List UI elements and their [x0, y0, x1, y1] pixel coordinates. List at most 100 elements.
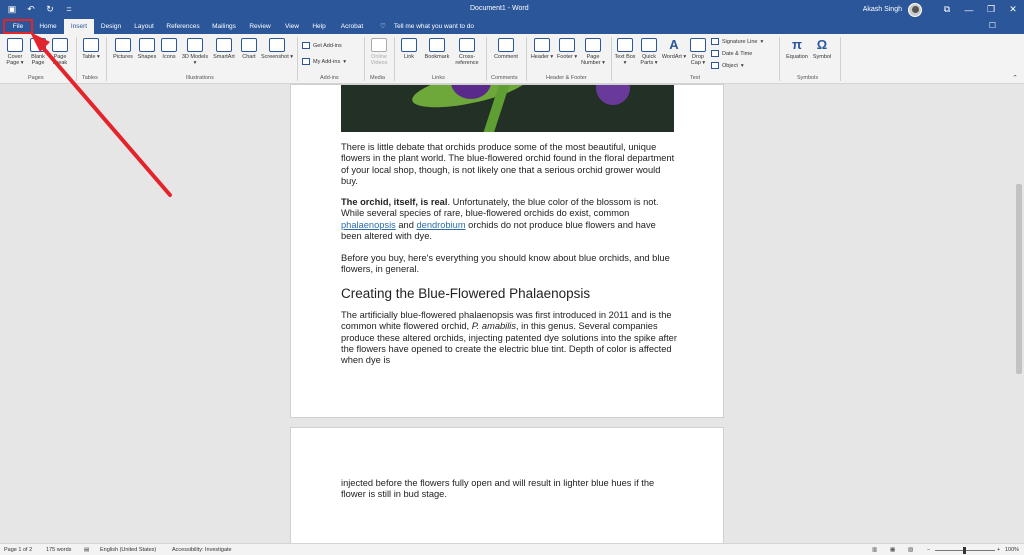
table-button[interactable]: Table ▾	[79, 38, 103, 60]
word-count[interactable]: 175 words	[46, 547, 71, 553]
zoom-in-icon[interactable]: +	[997, 547, 1000, 553]
chevron-down-icon: ▾	[343, 58, 346, 65]
zoom-out-icon[interactable]: −	[927, 547, 930, 553]
tab-file[interactable]: File	[3, 19, 33, 34]
wordart-button[interactable]: A WordArt ▾	[661, 38, 687, 61]
save-icon[interactable]: ▣	[6, 3, 18, 15]
customize-quick-access-icon[interactable]: =	[63, 3, 75, 15]
section-heading[interactable]: Creating the Blue-Flowered Phalaenopsis	[341, 286, 590, 301]
status-bar: Page 1 of 2 175 words ▤ English (United …	[0, 543, 1024, 555]
paragraph-real[interactable]: The orchid, itself, is real. Unfortunate…	[341, 197, 677, 242]
separator	[106, 37, 107, 81]
text-run: and	[395, 219, 417, 230]
drop-cap-label: Drop Cap ▾	[690, 54, 706, 66]
icons-button[interactable]: Icons	[158, 38, 180, 60]
tab-design[interactable]: Design	[96, 19, 126, 34]
web-layout-icon[interactable]: ▧	[908, 547, 913, 553]
table-label: Table ▾	[82, 54, 100, 60]
paragraph-continued[interactable]: injected before the flowers fully open a…	[341, 478, 677, 501]
page-break-button[interactable]: Page Break	[49, 38, 71, 66]
minimize-icon[interactable]: —	[958, 0, 980, 19]
header-button[interactable]: Header ▾	[529, 38, 555, 60]
paragraph-intro[interactable]: There is little debate that orchids prod…	[341, 142, 677, 187]
document-page-1[interactable]: There is little debate that orchids prod…	[290, 84, 724, 418]
cover-page-button[interactable]: Cover Page ▾	[3, 38, 27, 66]
tab-references[interactable]: References	[163, 19, 203, 34]
symbol-button[interactable]: Ω Symbol	[810, 38, 834, 61]
separator	[297, 37, 298, 81]
shapes-icon	[139, 38, 155, 52]
tab-layout[interactable]: Layout	[128, 19, 160, 34]
get-addins-button[interactable]: Get Add-ins	[302, 42, 342, 49]
collapse-ribbon-icon[interactable]: ⌃	[1012, 74, 1018, 82]
page-count[interactable]: Page 1 of 2	[4, 547, 32, 553]
ribbon-display-options-icon[interactable]: ⧉	[936, 0, 958, 19]
footer-label: Footer ▾	[556, 54, 578, 60]
redo-icon[interactable]: ↻	[44, 3, 56, 15]
my-addins-button[interactable]: My Add-ins ▾	[302, 58, 346, 65]
blank-page-button[interactable]: Blank Page	[27, 38, 49, 66]
close-icon[interactable]: ✕	[1002, 0, 1024, 19]
document-page-2[interactable]: injected before the flowers fully open a…	[290, 427, 724, 543]
date-time-button[interactable]: Date & Time	[711, 50, 752, 57]
drop-cap-icon	[690, 38, 706, 52]
text-box-button[interactable]: Text Box ▾	[614, 38, 636, 66]
cross-reference-label: Cross-reference	[455, 54, 479, 66]
zoom-level[interactable]: 100%	[1005, 547, 1019, 553]
screenshot-label: Screenshot ▾	[260, 54, 294, 60]
page-number-button[interactable]: Page Number ▾	[578, 38, 608, 66]
tab-home[interactable]: Home	[34, 19, 62, 34]
print-layout-icon[interactable]: ▦	[890, 547, 895, 553]
signature-line-label: Signature Line	[722, 38, 758, 45]
separator	[526, 37, 527, 81]
signature-line-button[interactable]: Signature Line ▾	[711, 38, 763, 45]
zoom-slider-knob[interactable]	[963, 547, 966, 554]
comment-button[interactable]: Comment	[489, 38, 523, 60]
online-videos-button[interactable]: Online Videos	[367, 38, 391, 66]
vertical-scrollbar[interactable]	[1014, 84, 1024, 543]
title-bar: ▣ ↶ ↻ = Document1 - Word Akash Singh ⧉ —…	[0, 0, 1024, 19]
icons-label: Icons	[162, 54, 176, 60]
avatar[interactable]	[908, 2, 922, 17]
paragraph-creating[interactable]: The artificially blue-flowered phalaenop…	[341, 310, 677, 366]
pictures-button[interactable]: Pictures	[110, 38, 136, 60]
store-icon	[302, 42, 310, 49]
link-button[interactable]: Link	[398, 38, 420, 60]
equation-button[interactable]: π Equation	[783, 38, 811, 61]
tab-view[interactable]: View	[280, 19, 304, 34]
language-status[interactable]: English (United States)	[100, 547, 156, 553]
paragraph-before-buy[interactable]: Before you buy, here's everything you sh…	[341, 253, 677, 276]
accessibility-status[interactable]: Accessibility: Investigate	[172, 547, 232, 553]
tell-me-search[interactable]: ♡ Tell me what you want to do	[380, 19, 474, 34]
smartart-button[interactable]: SmartArt	[210, 38, 238, 60]
tab-review[interactable]: Review	[245, 19, 275, 34]
proofing-icon[interactable]: ▤	[84, 547, 89, 553]
tab-acrobat[interactable]: Acrobat	[334, 19, 370, 34]
phalaenopsis-link[interactable]: phalaenopsis	[341, 220, 396, 230]
drop-cap-button[interactable]: Drop Cap ▾	[687, 38, 709, 66]
restore-icon[interactable]: ❐	[980, 0, 1002, 19]
user-name[interactable]: Akash Singh	[863, 6, 902, 13]
chart-button[interactable]: Chart	[238, 38, 260, 60]
tab-mailings[interactable]: Mailings	[207, 19, 241, 34]
orchid-photo[interactable]	[341, 85, 674, 132]
shapes-button[interactable]: Shapes	[136, 38, 158, 60]
bookmark-button[interactable]: Bookmark	[420, 38, 454, 60]
tab-insert[interactable]: Insert	[64, 19, 94, 34]
footer-button[interactable]: Footer ▾	[554, 38, 580, 60]
text-box-label: Text Box ▾	[614, 54, 636, 66]
object-button[interactable]: Object ▾	[711, 62, 744, 69]
dendrobium-link[interactable]: dendrobium	[416, 220, 465, 230]
3d-models-button[interactable]: 3D Models ▾	[181, 38, 209, 66]
wordart-label: WordArt ▾	[661, 54, 687, 60]
cross-reference-button[interactable]: Cross-reference	[453, 38, 481, 66]
undo-icon[interactable]: ↶	[25, 3, 37, 15]
read-mode-icon[interactable]: ▥	[872, 547, 877, 553]
screenshot-button[interactable]: Screenshot ▾	[260, 38, 294, 60]
symbols-group-label: Symbols	[797, 75, 819, 81]
tab-help[interactable]: Help	[307, 19, 331, 34]
comments-icon[interactable]: ☐	[989, 21, 996, 30]
scrollbar-thumb[interactable]	[1016, 184, 1022, 374]
chevron-down-icon: ▾	[760, 38, 764, 45]
quick-parts-button[interactable]: Quick Parts ▾	[637, 38, 661, 66]
